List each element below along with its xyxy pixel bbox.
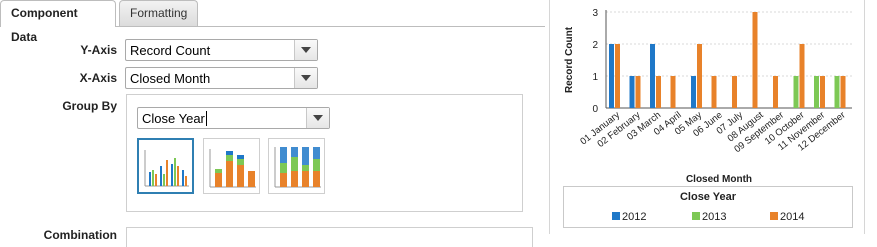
y-axis-label: Y-Axis — [80, 43, 117, 57]
group-by-select[interactable]: Close Year — [137, 107, 330, 129]
grouped-bar-chart-icon — [144, 150, 189, 187]
y-tick-label: 0 — [592, 104, 598, 115]
chart-legend: Close Year 2012 2013 2014 — [563, 186, 853, 228]
tab-component-data[interactable]: Component Data — [0, 0, 116, 44]
x-axis-select[interactable]: Closed Month — [125, 67, 318, 89]
y-axis-select-value: Record Count — [130, 43, 211, 58]
group-by-label: Group By — [62, 99, 117, 113]
bar-chart: 0123Record Count01 January02 February03 … — [564, 8, 852, 185]
legend-title: Close Year — [679, 191, 737, 203]
bar-2014 — [773, 76, 778, 108]
bar-2012 — [629, 76, 635, 108]
bar-2014 — [752, 12, 758, 108]
tab-formatting[interactable]: Formatting — [119, 0, 198, 26]
chevron-down-icon[interactable] — [294, 40, 317, 60]
stacked-bar-chart-icon — [209, 149, 256, 188]
bar-2012 — [691, 76, 696, 108]
bar-2013 — [834, 76, 840, 108]
y-axis-title: Record Count — [564, 26, 575, 93]
bar-2014 — [635, 76, 641, 108]
y-tick-label: 3 — [592, 8, 598, 19]
y-axis-select[interactable]: Record Count — [125, 39, 318, 61]
text-cursor — [205, 111, 207, 126]
bar-2013 — [814, 76, 819, 108]
chart-type-stacked-100-button[interactable] — [268, 138, 325, 194]
x-axis-title: Closed Month — [686, 174, 752, 185]
bar-2014 — [711, 76, 717, 108]
bar-2014 — [670, 76, 676, 108]
legend-swatch — [770, 212, 778, 220]
legend-swatch — [692, 212, 700, 220]
bar-2012 — [650, 44, 655, 108]
combination-field[interactable] — [126, 227, 533, 247]
group-by-select-value: Close Year — [142, 111, 207, 126]
chart-type-stacked-button[interactable] — [203, 138, 260, 194]
bar-2014 — [615, 44, 620, 108]
chevron-down-icon[interactable] — [294, 68, 317, 88]
bar-2013 — [793, 76, 799, 108]
legend-item-2014: 2014 — [770, 211, 804, 223]
bar-2014 — [732, 76, 737, 108]
chart-type-grouped-button[interactable] — [137, 138, 194, 194]
legend-item-2013: 2013 — [692, 211, 726, 223]
legend-swatch — [612, 212, 620, 220]
bar-2014 — [840, 76, 846, 108]
chevron-down-icon[interactable] — [306, 108, 329, 128]
stacked-100-bar-chart-icon — [274, 147, 321, 188]
bar-2014 — [656, 76, 661, 108]
legend-item-2012: 2012 — [612, 211, 646, 223]
x-axis-label: X-Axis — [79, 71, 117, 85]
bar-2014 — [697, 44, 702, 108]
y-tick-label: 1 — [592, 72, 598, 83]
x-axis-select-value: Closed Month — [130, 71, 211, 86]
bar-2012 — [609, 44, 614, 108]
y-tick-label: 2 — [592, 40, 598, 51]
tab-bar: Component Data Formatting — [0, 0, 545, 44]
bar-2014 — [799, 44, 805, 108]
bar-2014 — [820, 76, 825, 108]
